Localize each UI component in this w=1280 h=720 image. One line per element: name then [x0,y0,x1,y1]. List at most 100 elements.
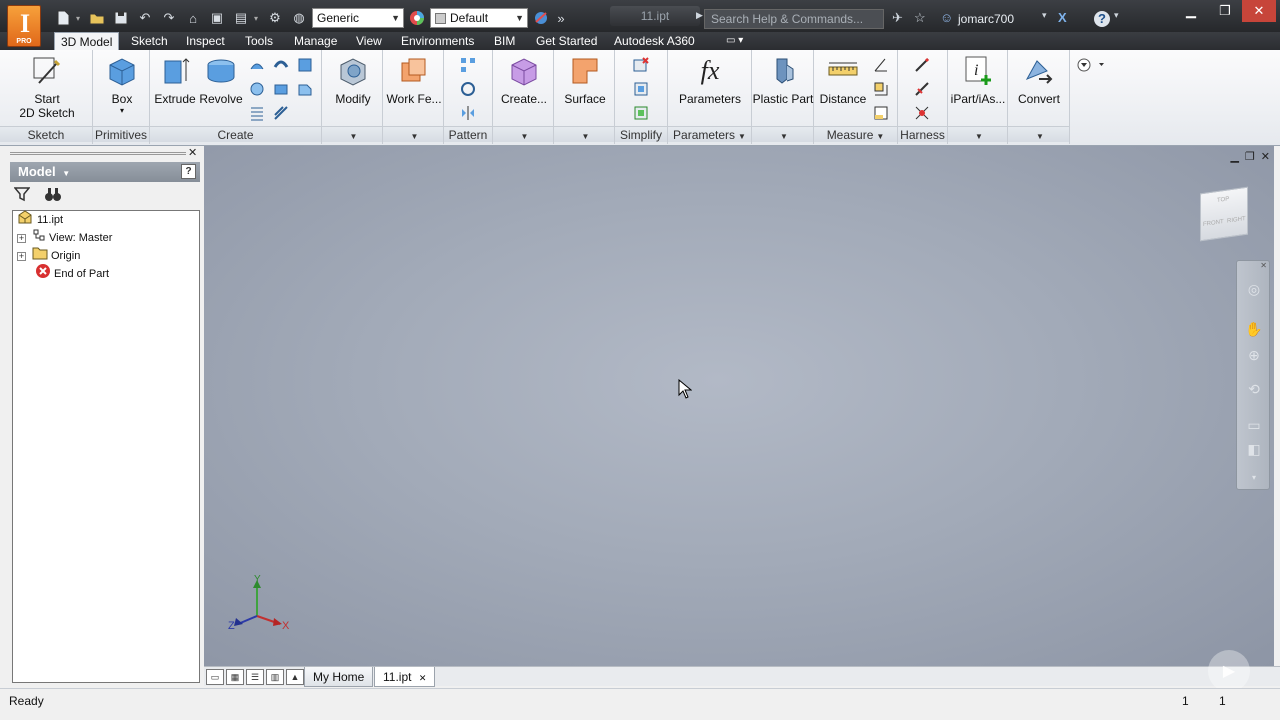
simplify-part-icon[interactable] [632,104,650,122]
minimize-icon[interactable]: ▁ [1174,0,1208,22]
revolve-button[interactable]: Revolve [198,54,244,106]
ribbon-options-icon[interactable]: ▭ ▾ [720,32,749,50]
save-icon[interactable] [110,8,132,28]
coil-spring-icon[interactable] [248,104,266,122]
modify-dropdown-icon[interactable]: ▼ [322,126,382,142]
loft-icon[interactable] [248,56,266,74]
user-dropdown-icon[interactable]: ▾ [1042,10,1047,21]
mirror-icon[interactable] [459,104,477,122]
box-button[interactable]: Box ▾ [99,54,145,115]
pan-icon[interactable]: ✋ [1244,319,1264,339]
browser-title-dropdown-icon[interactable]: ▼ [62,169,70,178]
derive-icon[interactable] [296,80,314,98]
area-icon[interactable] [872,104,890,122]
update-icon[interactable]: ▣ [206,8,228,28]
harness-edit-icon[interactable] [913,80,931,98]
filter-icon[interactable] [13,186,31,205]
tab-tools[interactable]: Tools [239,32,279,50]
exchange-icon[interactable]: X [1058,10,1067,25]
plastic-part-dropdown-icon[interactable]: ▼ [752,126,813,142]
coil-icon[interactable] [248,80,266,98]
sweep-icon[interactable] [272,56,290,74]
extrude-button[interactable]: Extrude [152,54,198,106]
emboss-icon[interactable] [272,80,290,98]
home-icon[interactable]: ⌂ [182,8,204,28]
help-icon[interactable]: ? [1094,11,1110,27]
tab-sketch[interactable]: Sketch [125,32,174,50]
user-name[interactable]: jomarc700 [958,12,1014,26]
create-freeform-button[interactable]: Create... [495,54,553,106]
undo-icon[interactable]: ↶ [134,8,156,28]
distance-button[interactable]: Distance [816,54,870,106]
arrange-vertical-icon[interactable]: ▥ [266,669,284,685]
expand-qat-icon[interactable]: » [554,8,568,28]
parameters-button[interactable]: fx Parameters [674,54,746,106]
material-combo[interactable]: Generic ▼ [312,8,404,28]
measure-panel-dropdown[interactable]: Measure ▼ [814,126,897,142]
tile-icon[interactable]: ▦ [226,669,244,685]
browser-grip[interactable] [10,152,186,155]
loop-icon[interactable] [872,80,890,98]
viewport-restore-icon[interactable]: ❐ [1245,150,1255,163]
new-dropdown-icon[interactable]: ▾ [76,14,84,23]
cascade-icon[interactable]: ▭ [206,669,224,685]
doc-tab-close-icon[interactable]: ✕ [419,673,427,683]
angle-icon[interactable] [872,56,890,74]
plastic-part-button[interactable]: Plastic Part [752,54,814,106]
navbar-options-icon[interactable]: ▾ [1244,467,1264,487]
tree-node-view-master[interactable]: + View: Master [17,229,112,247]
work-features-dropdown-icon[interactable]: ▼ [383,126,443,142]
surface-dropdown-icon[interactable]: ▼ [554,126,614,142]
search-input[interactable]: Search Help & Commands... [704,9,884,29]
new-icon[interactable] [52,8,74,28]
look-at-icon[interactable]: ▭ [1244,415,1264,435]
help-dropdown-icon[interactable]: ▾ [1114,10,1119,21]
surface-button[interactable]: Surface [556,54,614,106]
create-freeform-dropdown-icon[interactable]: ▼ [493,126,553,142]
star-icon[interactable]: ☆ [914,10,926,26]
tab-autodesk-a360[interactable]: Autodesk A360 [608,32,701,50]
steering-wheel-icon[interactable]: ◎ [1244,279,1264,299]
ribbon-customize-icon[interactable] [1074,56,1106,74]
ipart-dropdown-icon[interactable]: ▼ [948,126,1007,142]
application-menu-button[interactable]: I PRO [7,5,45,49]
doc-tab-part[interactable]: 11.ipt ✕ [374,667,436,687]
open-icon[interactable] [86,8,108,28]
work-features-button[interactable]: Work Fe... [385,54,443,106]
tree-node-end-of-part[interactable]: End of Part [35,264,109,283]
measure-qat-icon[interactable]: ⚙ [264,8,286,28]
redo-icon[interactable]: ↷ [158,8,180,28]
expand-icon[interactable]: + [17,233,26,243]
modify-button[interactable]: Modify [328,54,378,106]
close-icon[interactable]: ✕ [1242,0,1276,22]
view-face-icon[interactable]: ◧ [1244,439,1264,459]
rib-icon[interactable] [296,56,314,74]
rectangular-pattern-icon[interactable] [459,56,477,74]
viewcube[interactable]: TOP FRONT RIGHT [1200,186,1248,242]
select-dropdown-icon[interactable]: ▾ [254,14,262,23]
graphics-viewport[interactable]: ▁ ❐ ✕ TOP FRONT RIGHT ✕ ◎ ✋ ⊕ ⟲ ▭ ◧ ▾ Y … [204,146,1274,666]
tab-get-started[interactable]: Get Started [530,32,603,50]
fill-voids-icon[interactable] [632,80,650,98]
circular-pattern-icon[interactable] [459,80,477,98]
tab-manage[interactable]: Manage [288,32,343,50]
tab-3d-model[interactable]: 3D Model [54,32,120,50]
tab-list-icon[interactable]: ▲ [286,669,304,685]
decal-icon[interactable] [272,104,290,122]
tab-bim[interactable]: BIM [488,32,521,50]
select-icon[interactable]: ▤ [230,8,252,28]
adjust-icon[interactable] [530,8,552,28]
convert-dropdown-icon[interactable]: ▼ [1008,126,1069,142]
tab-inspect[interactable]: Inspect [180,32,231,50]
browser-title[interactable]: Model [18,164,56,179]
play-overlay-icon[interactable]: ▶ [1208,650,1250,692]
tree-node-part[interactable]: 11.ipt [17,210,63,229]
binoculars-find-icon[interactable] [44,186,62,205]
arrange-horizontal-icon[interactable]: ☰ [246,669,264,685]
convert-button[interactable]: Convert [1010,54,1068,106]
expand-icon[interactable]: + [17,251,26,261]
orbit-icon[interactable]: ⟲ [1244,379,1264,399]
start-2d-sketch-button[interactable]: Start 2D Sketch [14,54,80,120]
color-wheel-icon[interactable]: ◍ [288,8,310,28]
tab-environments[interactable]: Environments [395,32,480,50]
